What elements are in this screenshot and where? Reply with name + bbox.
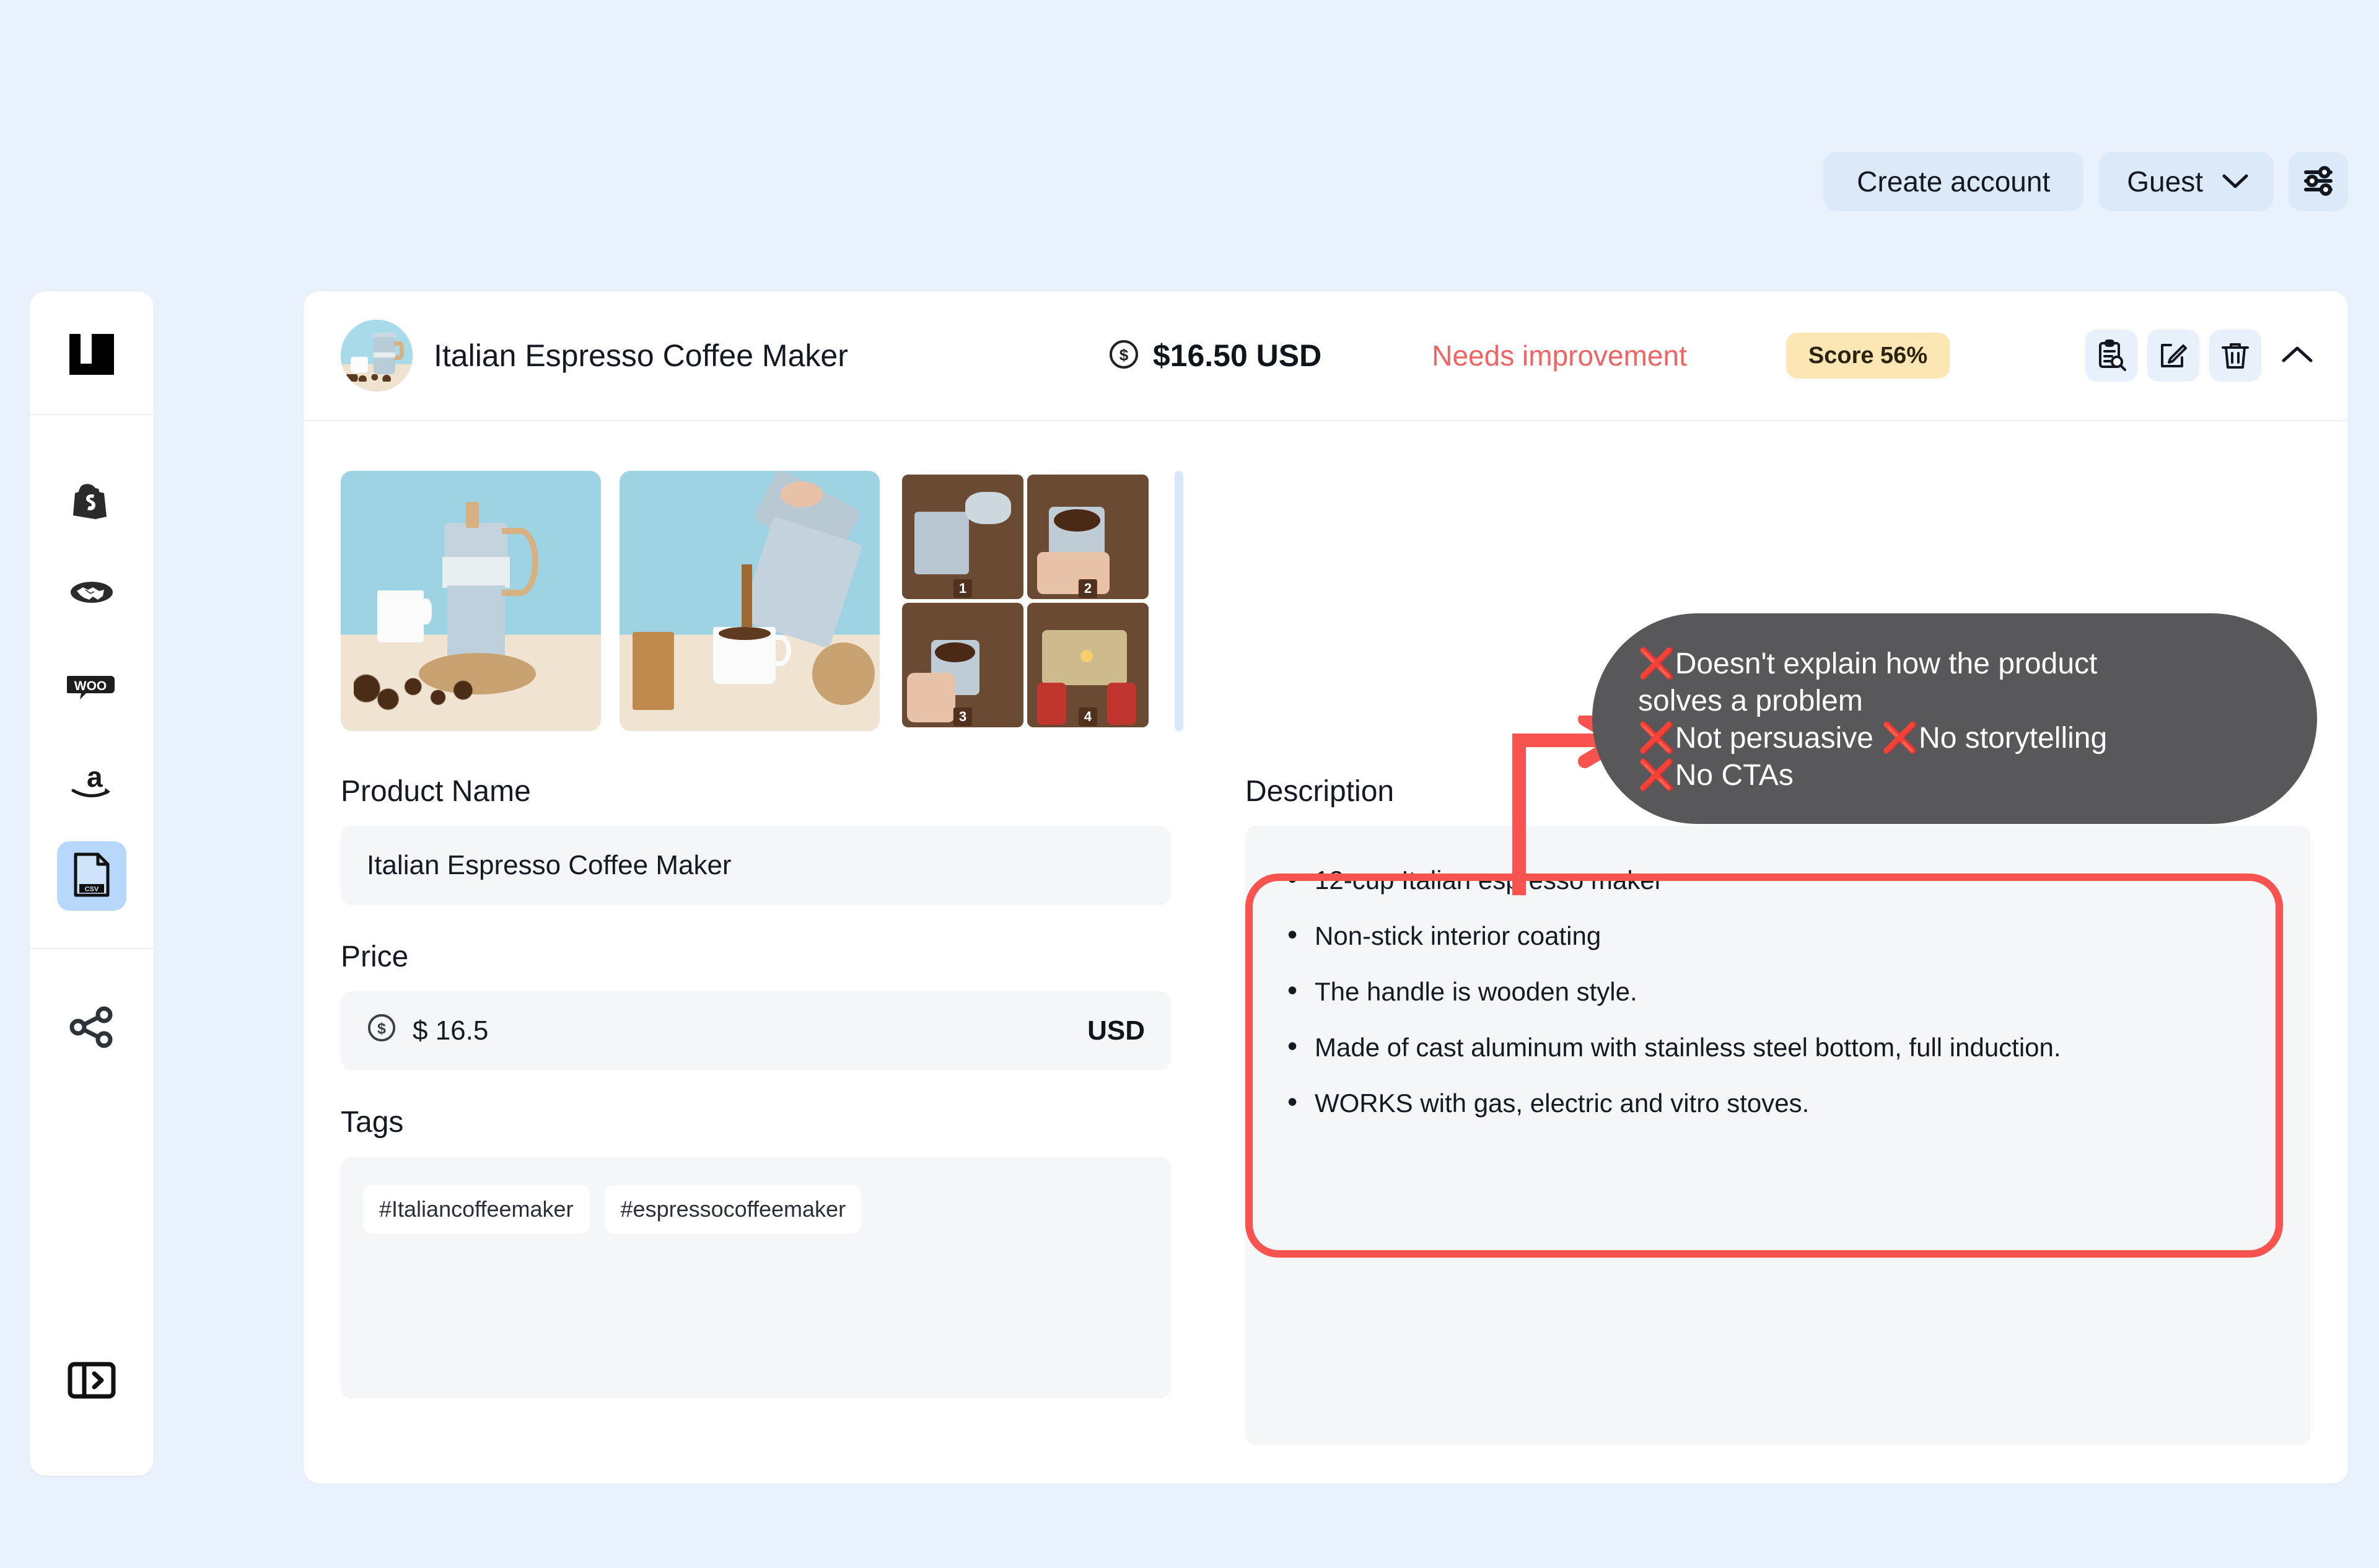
handshake-icon: [68, 576, 115, 611]
guest-menu-button[interactable]: Guest: [2098, 152, 2274, 211]
product-name-input[interactable]: Italian Espresso Coffee Maker: [341, 826, 1171, 905]
sidebar-channel-list: WOO a CSV: [57, 415, 126, 911]
product-name-label: Product Name: [341, 775, 531, 808]
tag-chip[interactable]: #Italiancoffeemaker: [363, 1185, 590, 1233]
sidebar-item-woocommerce[interactable]: WOO: [57, 653, 126, 722]
description-bullet: Non-stick interior coating: [1282, 918, 2274, 951]
product-price-header: $ $16.50 USD: [1108, 338, 1321, 374]
collage-cell-4: 4: [1027, 603, 1149, 727]
settings-button[interactable]: [2289, 152, 2348, 211]
x-mark-icon: ❌: [1638, 759, 1675, 792]
collage-number: 4: [1078, 707, 1098, 726]
create-account-button[interactable]: Create account: [1823, 152, 2084, 211]
svg-text:CSV: CSV: [85, 885, 99, 893]
collage-number: 1: [953, 579, 973, 598]
chevron-up-icon: [2280, 344, 2314, 368]
product-fields: Product Name Italian Espresso Coffee Mak…: [341, 731, 1171, 1445]
product-price-value: $16.50 USD: [1152, 338, 1322, 373]
product-body: Product Name Italian Espresso Coffee Mak…: [304, 731, 2348, 1445]
gallery-image-3[interactable]: 1 2 3 4: [898, 471, 1152, 731]
amazon-icon: a: [68, 761, 115, 802]
shopify-icon: [69, 476, 114, 523]
sliders-icon: [2301, 164, 2336, 200]
annotation-text-1: Doesn't explain how the product: [1675, 647, 2098, 680]
collage-cell-2: 2: [1027, 475, 1149, 599]
delete-button[interactable]: [2209, 330, 2261, 382]
description-bullet: Made of cast aluminum with stainless ste…: [1282, 1029, 2274, 1062]
description-bullet: 12-cup Italian espresso maker: [1282, 862, 2274, 895]
price-currency: USD: [1087, 1015, 1145, 1046]
product-card: Italian Espresso Coffee Maker $ $16.50 U…: [304, 291, 2348, 1484]
price-value: $ 16.5: [413, 1015, 489, 1046]
share-icon: [68, 1005, 115, 1052]
x-mark-icon: ❌: [1882, 722, 1919, 755]
trash-icon: [2219, 339, 2251, 373]
panel-expand-icon: [67, 1361, 116, 1403]
annotation-line-4: ❌No CTAs: [1638, 757, 2274, 794]
gallery-scroll-indicator[interactable]: [1175, 471, 1183, 731]
sidebar-divider: [30, 948, 154, 949]
x-mark-icon: ❌: [1638, 647, 1675, 680]
tag-chip[interactable]: #espressocoffeemaker: [604, 1185, 862, 1233]
sidebar-item-share[interactable]: [57, 994, 126, 1063]
annotation-text-3b: No storytelling: [1919, 722, 2108, 755]
app-root: Create account Guest WOO a CSV Italian E…: [0, 0, 2379, 1568]
sidebar: WOO a CSV: [30, 291, 154, 1476]
annotation-bubble: ❌Doesn't explain how the product solves …: [1592, 613, 2317, 824]
svg-text:WOO: WOO: [74, 679, 107, 693]
dollar-circle-icon: $: [367, 1013, 396, 1049]
description-bullet: WORKS with gas, electric and vitro stove…: [1282, 1085, 2274, 1118]
svg-text:$: $: [1119, 346, 1129, 364]
description-section: Description 12-cup Italian espresso make…: [1171, 731, 2311, 1445]
audit-button[interactable]: [2085, 330, 2137, 382]
sidebar-item-csv[interactable]: CSV: [57, 841, 126, 911]
description-list: 12-cup Italian espresso maker Non-stick …: [1282, 862, 2274, 1118]
clipboard-search-icon: [2095, 339, 2127, 373]
description-box[interactable]: 12-cup Italian espresso maker Non-stick …: [1245, 826, 2311, 1445]
annotation-text-2: solves a problem: [1638, 685, 1863, 717]
csv-file-icon: CSV: [72, 852, 112, 901]
svg-text:a: a: [87, 762, 103, 793]
product-thumbnail: [341, 320, 413, 392]
score-badge: Score 56%: [1785, 333, 1950, 379]
annotation-line-3: ❌Not persuasive ❌No storytelling: [1638, 720, 2274, 757]
sidebar-item-amazon[interactable]: a: [57, 747, 126, 817]
status-text: Needs improvement: [1432, 339, 1687, 372]
sidebar-item-shopify[interactable]: [57, 465, 126, 534]
collapse-button[interactable]: [2271, 330, 2323, 382]
gallery-image-1[interactable]: [341, 471, 601, 731]
svg-text:$: $: [377, 1020, 386, 1037]
collage-number: 3: [953, 707, 973, 726]
gallery-image-2[interactable]: [620, 471, 880, 731]
top-bar: Create account Guest: [1823, 152, 2348, 211]
collage-cell-1: 1: [902, 475, 1023, 599]
product-card-header: Italian Espresso Coffee Maker $ $16.50 U…: [304, 291, 2348, 421]
price-label: Price: [341, 940, 409, 973]
woo-icon: WOO: [65, 672, 116, 704]
chevron-down-icon: [2222, 173, 2249, 190]
product-title: Italian Espresso Coffee Maker: [434, 338, 848, 373]
nu-logo[interactable]: [30, 291, 154, 415]
annotation-line-1: ❌Doesn't explain how the product: [1638, 646, 2274, 683]
price-input[interactable]: $ $ 16.5 USD: [341, 991, 1171, 1071]
header-actions: [2085, 330, 2323, 382]
sidebar-collapse-toggle[interactable]: [57, 1347, 126, 1416]
guest-label: Guest: [2127, 165, 2203, 198]
collage-cell-3: 3: [902, 603, 1023, 727]
tags-container[interactable]: #Italiancoffeemaker #espressocoffeemaker: [341, 1157, 1171, 1398]
collage-number: 2: [1078, 579, 1098, 598]
annotation-text-4: No CTAs: [1675, 759, 1794, 792]
edit-button[interactable]: [2147, 330, 2199, 382]
description-bullet: The handle is wooden style.: [1282, 973, 2274, 1007]
dollar-circle-icon: $: [1108, 339, 1139, 373]
pencil-square-icon: [2157, 339, 2189, 373]
sidebar-item-handshake[interactable]: [57, 559, 126, 628]
annotation-line-2: solves a problem: [1638, 683, 2274, 720]
tags-label: Tags: [341, 1106, 404, 1139]
annotation-text-3a: Not persuasive: [1675, 722, 1882, 755]
x-mark-icon: ❌: [1638, 722, 1675, 755]
